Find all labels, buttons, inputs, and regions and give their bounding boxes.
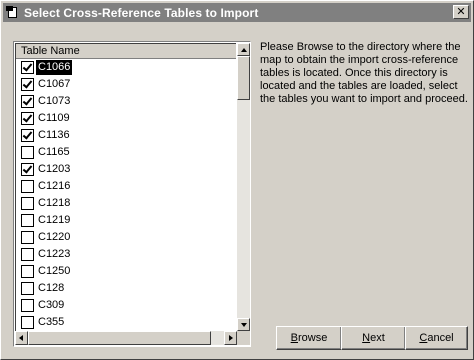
row-label: C1250 (38, 265, 71, 277)
table-row[interactable]: C1066 (16, 59, 236, 76)
scroll-left-button[interactable] (15, 331, 28, 345)
row-label: C1136 (38, 129, 70, 141)
row-checkbox[interactable] (21, 282, 34, 295)
row-label: C1219 (38, 214, 71, 226)
row-checkbox[interactable] (21, 61, 34, 74)
row-label: C1220 (38, 231, 71, 243)
import-dialog: Select Cross-Reference Tables to Import … (0, 0, 474, 360)
row-label: C1067 (38, 78, 71, 90)
close-icon: ✕ (456, 5, 466, 18)
table-row[interactable]: C1220 (16, 229, 236, 246)
table-row[interactable]: C1203 (16, 161, 236, 178)
row-checkbox[interactable] (21, 163, 34, 176)
row-checkbox[interactable] (21, 299, 34, 312)
scroll-down-button[interactable] (237, 318, 250, 331)
row-label: C128 (38, 282, 65, 294)
row-label: C1216 (38, 180, 71, 192)
table-rows: C1066 C1067 C1073 C1109 C1136 C1165 C1203 C1216… (16, 59, 236, 331)
cancel-button[interactable]: Cancel (405, 326, 468, 350)
cancel-button-label: Cancel (419, 332, 454, 344)
title-bar[interactable]: Select Cross-Reference Tables to Import … (3, 3, 471, 22)
table-row[interactable]: C1219 (16, 212, 236, 229)
table-row[interactable]: C309 (16, 297, 236, 314)
row-label: C1066 (36, 60, 73, 75)
row-checkbox[interactable] (21, 112, 34, 125)
row-label: C1203 (38, 163, 71, 175)
row-checkbox[interactable] (21, 265, 34, 278)
row-label: C1073 (38, 95, 71, 107)
scroll-up-button[interactable] (237, 43, 250, 56)
scroll-right-button[interactable] (224, 331, 237, 345)
arrow-left-icon (19, 335, 23, 341)
vertical-scrollbar[interactable] (237, 43, 250, 331)
row-label: C355 (38, 316, 65, 328)
row-label: C1165 (38, 146, 70, 158)
table-row[interactable]: C1109 (16, 110, 236, 127)
arrow-right-icon (229, 335, 233, 341)
row-checkbox[interactable] (21, 197, 34, 210)
arrow-down-icon (241, 323, 247, 327)
row-checkbox[interactable] (21, 95, 34, 108)
table-row[interactable]: C1218 (16, 195, 236, 212)
app-icon[interactable] (6, 5, 20, 20)
arrow-up-icon (241, 48, 247, 52)
column-header-table-name[interactable]: Table Name (16, 44, 236, 59)
horizontal-scroll-thumb[interactable] (28, 331, 211, 345)
row-checkbox[interactable] (21, 78, 34, 91)
row-label: C1223 (38, 248, 71, 260)
row-label: C309 (38, 299, 65, 311)
row-checkbox[interactable] (21, 248, 34, 261)
table-row[interactable]: C1165 (16, 144, 236, 161)
instructions-text: Please Browse to the directory where the… (260, 41, 468, 105)
table-list[interactable]: Table Name C1066 C1067 C1073 C1109 C1136 C116… (13, 41, 251, 347)
table-row[interactable]: C1216 (16, 178, 236, 195)
row-label: C1109 (38, 112, 70, 124)
horizontal-scrollbar[interactable] (15, 331, 237, 345)
table-row[interactable]: C1250 (16, 263, 236, 280)
table-row[interactable]: C1136 (16, 127, 236, 144)
row-checkbox[interactable] (21, 231, 34, 244)
row-label: C1218 (38, 197, 71, 209)
close-button[interactable]: ✕ (453, 5, 469, 19)
table-row[interactable]: C355 (16, 314, 236, 331)
row-checkbox[interactable] (21, 146, 34, 159)
browse-button[interactable]: Browse (276, 326, 342, 350)
browse-button-label: Browse (290, 332, 328, 344)
vertical-scroll-thumb[interactable] (237, 56, 250, 100)
table-list-viewport: Table Name C1066 C1067 C1073 C1109 C1136 C116… (15, 43, 236, 331)
next-button[interactable]: Next (341, 326, 406, 350)
row-checkbox[interactable] (21, 214, 34, 227)
table-row[interactable]: C128 (16, 280, 236, 297)
row-checkbox[interactable] (21, 129, 34, 142)
window-title: Select Cross-Reference Tables to Import (24, 5, 259, 20)
table-row[interactable]: C1223 (16, 246, 236, 263)
table-row[interactable]: C1073 (16, 93, 236, 110)
scrollbar-corner (237, 331, 250, 345)
table-row[interactable]: C1067 (16, 76, 236, 93)
row-checkbox[interactable] (21, 180, 34, 193)
row-checkbox[interactable] (21, 316, 34, 329)
next-button-label: Next (362, 332, 385, 344)
